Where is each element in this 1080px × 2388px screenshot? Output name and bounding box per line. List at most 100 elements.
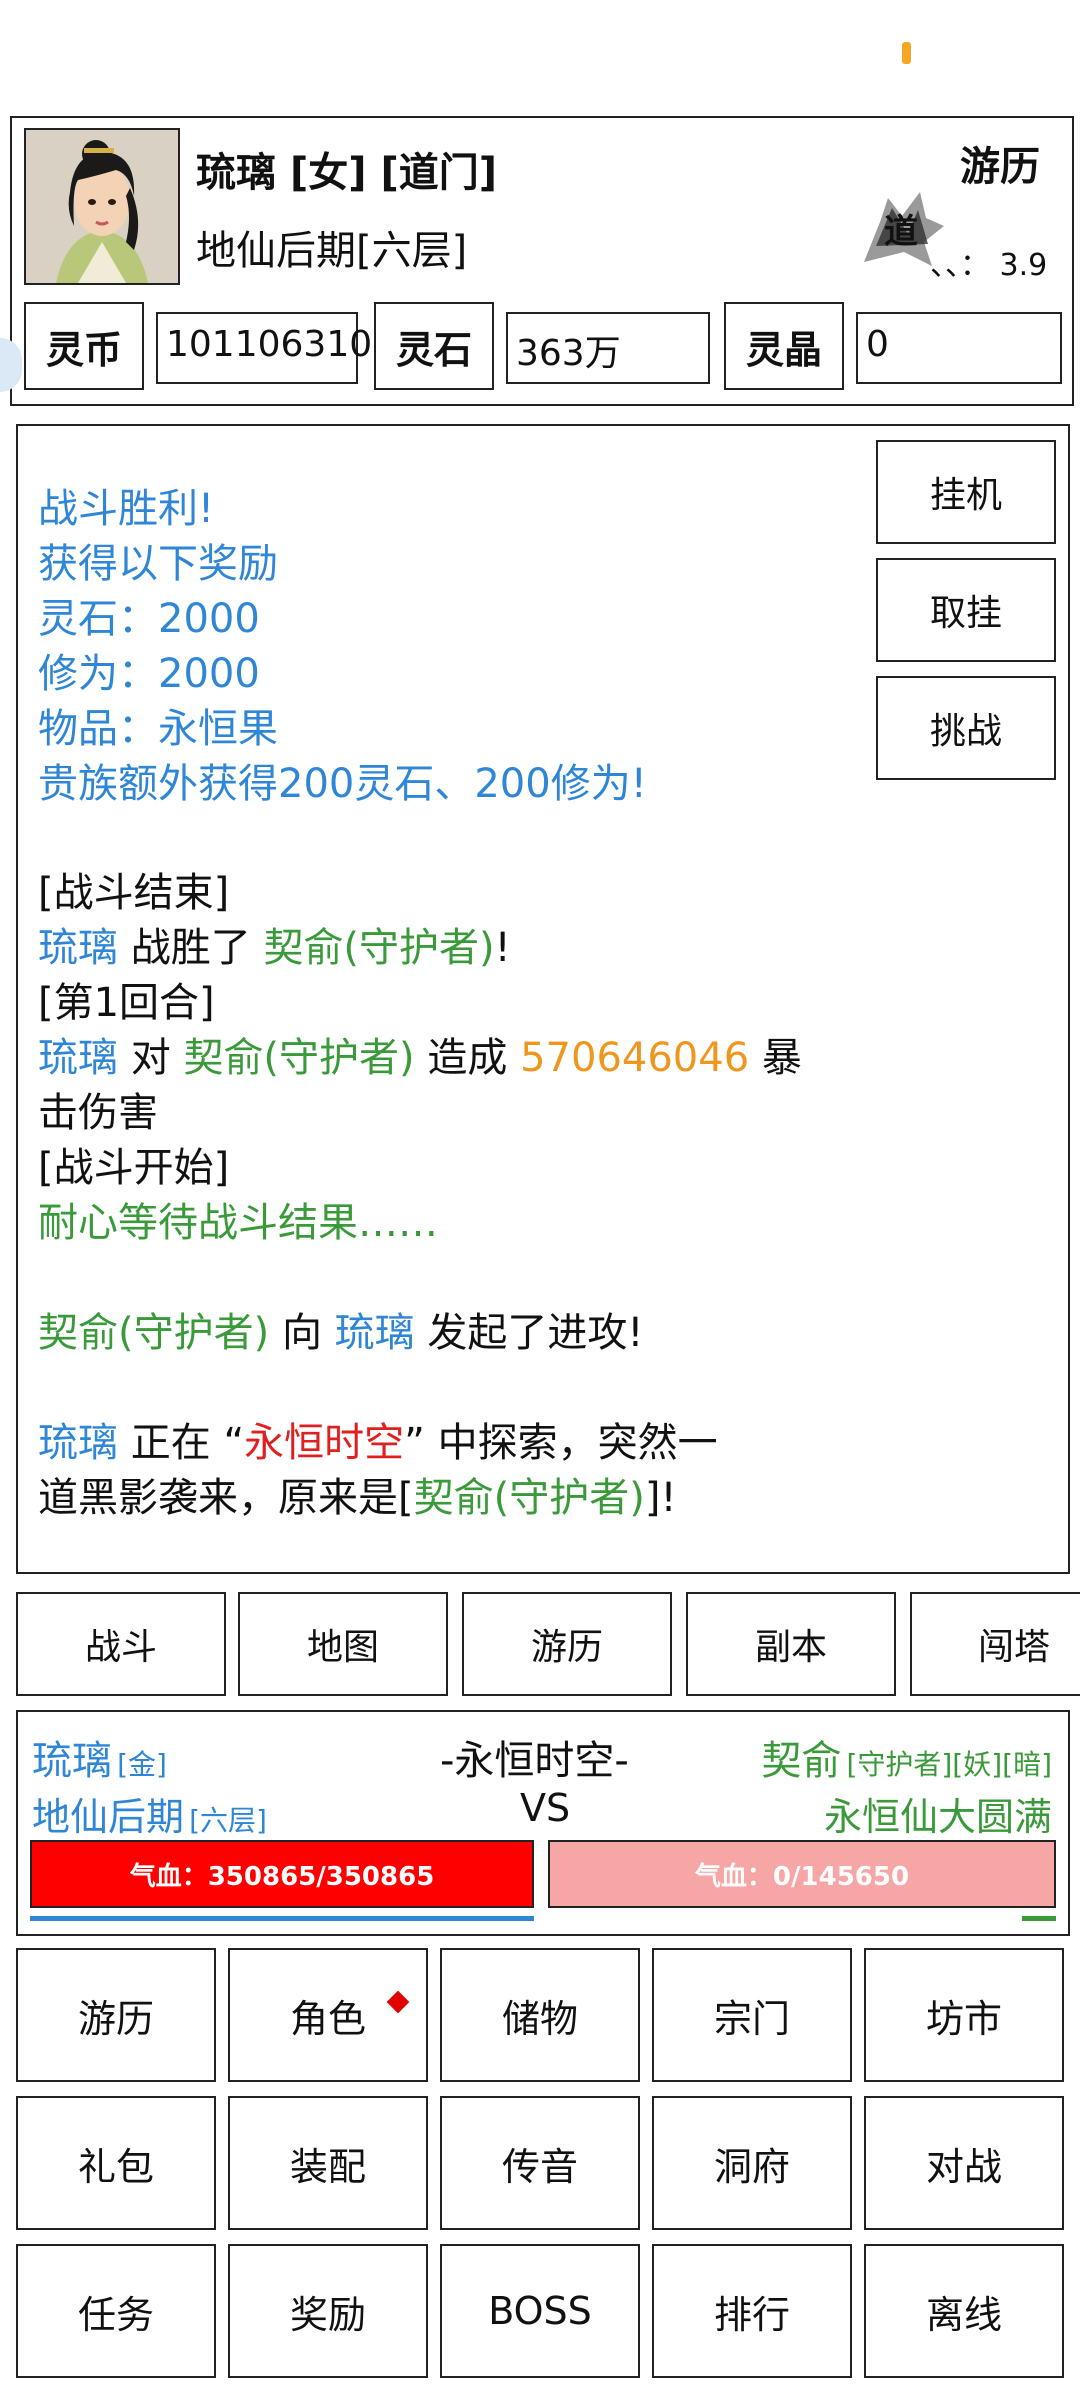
menu-message-button[interactable]: 传音 <box>440 2096 640 2230</box>
menu-ranking-button[interactable]: 排行 <box>652 2244 852 2378</box>
tab-travel[interactable]: 游历 <box>462 1592 672 1696</box>
log-waiting: 耐心等待战斗结果…… <box>38 1200 438 1246</box>
battle-enemy-tags: [守护者][妖][暗] <box>846 1748 1052 1781</box>
log-cultivation-reward: 修为：2000 <box>38 651 260 697</box>
log-cause: 造成 <box>427 1035 508 1081</box>
challenge-button[interactable]: 挑战 <box>876 676 1056 780</box>
battle-player-name: 琉璃 <box>32 1738 112 1784</box>
stat-readout: 、、： 3.9 <box>930 240 1047 284</box>
character-name-line: 琉璃 [女] [道门] <box>196 140 497 198</box>
log-player: 琉璃 <box>334 1310 415 1356</box>
tab-dungeon[interactable]: 副本 <box>686 1592 896 1696</box>
log-exploring-suffix: 中探索，突然一 <box>437 1420 718 1466</box>
log-crit: 暴 <box>761 1035 802 1081</box>
log-battle-start: [战斗开始] <box>38 1145 230 1191</box>
log-ambush: 道黑影袭来，原来是 <box>38 1475 398 1521</box>
player-name-line: 琉璃 [金] <box>32 1728 167 1786</box>
log-attack-line: 契俞(守护者) 向 琉璃 发起了进攻! <box>38 1306 643 1361</box>
battle-player-layer: [六层] <box>189 1804 267 1837</box>
log-stone-reward: 灵石：2000 <box>38 596 260 642</box>
menu-sect-button[interactable]: 宗门 <box>652 1948 852 2082</box>
enemy-mana-line <box>1022 1916 1056 1921</box>
battle-player-realm: 地仙后期 <box>32 1795 185 1839</box>
battle-location: -永恒时空- <box>440 1738 629 1784</box>
log-won-text: 战胜了 <box>130 925 251 971</box>
enemy-name-line: 契俞 [守护者][妖][暗] <box>761 1728 1052 1786</box>
log-explore-line: 琉璃 正在 “永恒时空” 中探索，突然一 <box>38 1416 718 1471</box>
log-battle-end: [战斗结束] <box>38 870 230 916</box>
log-enemy: 契俞(守护者) <box>413 1475 645 1521</box>
menu-reward-button[interactable]: 奖励 <box>228 2244 428 2378</box>
log-enemy: 契俞(守护者) <box>38 1310 270 1356</box>
menu-giftpack-button[interactable]: 礼包 <box>16 2096 216 2230</box>
player-realm-line: 地仙后期 [六层] <box>32 1786 267 1841</box>
player-mana-line <box>30 1916 534 1921</box>
character-gender: [女] <box>289 150 367 196</box>
log-exclaim: ! <box>494 925 511 971</box>
log-rewards-header: 获得以下奖励 <box>38 541 278 587</box>
log-attack: 发起了进攻! <box>427 1310 644 1356</box>
avatar[interactable] <box>24 128 180 285</box>
character-sect: [道门] <box>380 150 497 196</box>
log-location: 永恒时空 <box>244 1420 405 1466</box>
character-name: 琉璃 <box>196 150 276 196</box>
log-item-reward: 物品：永恒果 <box>38 706 278 752</box>
log-round: [第1回合] <box>38 980 215 1026</box>
log-player: 琉璃 <box>38 1035 118 1081</box>
stone-label: 灵石 <box>374 302 494 390</box>
crystal-label: 灵晶 <box>724 302 844 390</box>
tab-tower[interactable]: 闯塔 <box>910 1592 1080 1696</box>
menu-role-button[interactable]: 角色 <box>228 1948 428 2082</box>
menu-quest-button[interactable]: 任务 <box>16 2244 216 2378</box>
crystal-value: 0 <box>856 312 1062 384</box>
log-player: 琉璃 <box>38 1420 118 1466</box>
battle-enemy-realm: 永恒仙大圆满 <box>823 1795 1052 1839</box>
log-against: 对 <box>130 1035 171 1081</box>
menu-cave-button[interactable]: 洞府 <box>652 2096 852 2230</box>
character-realm: 地仙后期[六层] <box>196 228 468 274</box>
log-damage-line: 琉璃 对 契俞(守护者) 造成 570646046 暴 <box>38 1031 802 1086</box>
enemy-hp-text: 气血：0/145650 <box>694 1861 910 1892</box>
log-noble-bonus: 贵族额外获得200灵石、200修为! <box>38 761 647 807</box>
menu-market-button[interactable]: 坊市 <box>864 1948 1064 2082</box>
menu-equip-button[interactable]: 装配 <box>228 2096 428 2230</box>
avatar-portrait-icon <box>26 130 178 283</box>
battle-vs: VS <box>520 1786 571 1830</box>
tab-map[interactable]: 地图 <box>238 1592 448 1696</box>
log-quote-open: “ <box>223 1420 245 1466</box>
log-player: 琉璃 <box>38 925 118 971</box>
stat-prefix: 、、： <box>930 248 990 283</box>
auto-battle-button[interactable]: 挂机 <box>876 440 1056 544</box>
stat-value: 3.9 <box>999 248 1048 283</box>
coin-label: 灵币 <box>24 302 144 390</box>
log-towards: 向 <box>281 1310 322 1356</box>
log-bracket-close: ] <box>644 1475 661 1521</box>
log-enemy: 契俞(守护者) <box>183 1035 415 1081</box>
stone-value: 363万 <box>506 312 710 384</box>
battle-enemy-name: 契俞 <box>761 1738 842 1784</box>
log-damage-value: 570646046 <box>520 1035 750 1081</box>
cancel-auto-button[interactable]: 取挂 <box>876 558 1056 662</box>
status-indicator <box>902 42 911 64</box>
menu-boss-button[interactable]: BOSS <box>440 2244 640 2378</box>
mode-label[interactable]: 游历 <box>960 134 1040 192</box>
seal-text: 道 <box>884 212 918 252</box>
menu-offline-button[interactable]: 离线 <box>864 2244 1064 2378</box>
log-quote-close: ” <box>404 1420 425 1466</box>
tab-battle[interactable]: 战斗 <box>16 1592 226 1696</box>
log-crit-damage: 击伤害 <box>38 1090 158 1136</box>
log-exploring-prefix: 正在 <box>130 1420 211 1466</box>
log-end-exclaim: ! <box>660 1475 677 1521</box>
menu-travel-button[interactable]: 游历 <box>16 1948 216 2082</box>
log-victory: 战斗胜利! <box>38 486 215 532</box>
log-bracket-open: [ <box>398 1475 414 1521</box>
menu-duel-button[interactable]: 对战 <box>864 2096 1064 2230</box>
log-ambush-line: 道黑影袭来，原来是[契俞(守护者)]! <box>38 1471 676 1526</box>
menu-storage-button[interactable]: 储物 <box>440 1948 640 2082</box>
enemy-hp-bar: 气血：0/145650 <box>548 1840 1056 1908</box>
player-hp-text: 气血：350865/350865 <box>129 1861 435 1892</box>
log-enemy: 契俞(守护者) <box>263 925 495 971</box>
coin-value: 1011063107 <box>156 312 395 384</box>
battle-player-tag: [金] <box>117 1748 167 1781</box>
log-win-line: 琉璃 战胜了 契俞(守护者)! <box>38 921 511 976</box>
